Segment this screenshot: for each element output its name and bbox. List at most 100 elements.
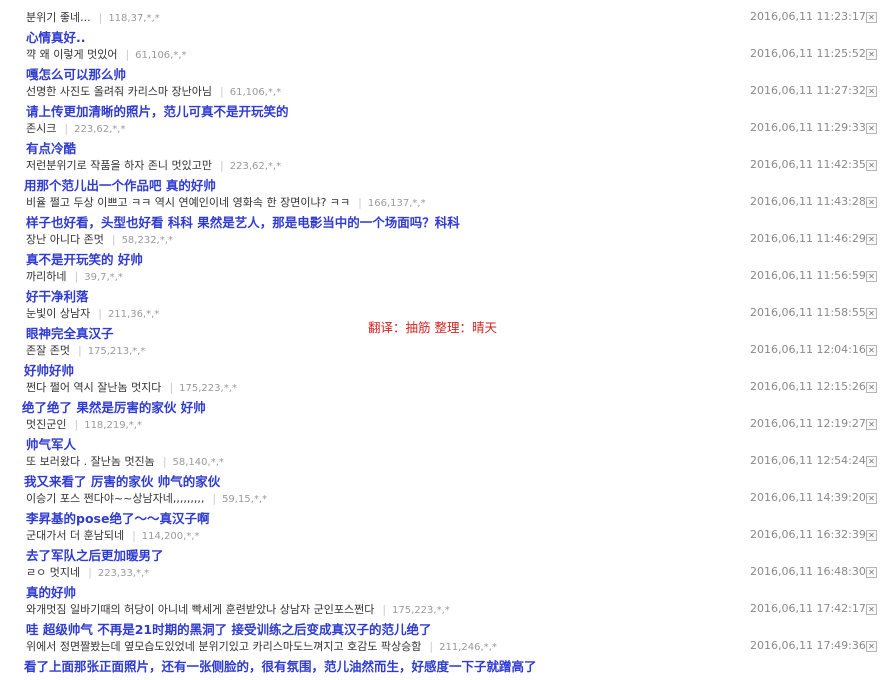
comment-translation: 好帅好帅 xyxy=(24,363,75,378)
comment-original: 쩐다 쩔어 역시 잘난놈 멋지다 | 175,223,*,* xyxy=(26,379,237,395)
separator: | xyxy=(64,122,69,135)
comment-original: 존잘 존멋 | 175,213,*,* xyxy=(26,342,145,358)
comment-original: ㄹㅇ 멋지네 | 223,33,*,* xyxy=(26,564,149,580)
separator: | xyxy=(220,85,224,98)
comment-text: 비율 쩔고 두상 이쁘고 ㅋㅋ 역시 연예인이네 영화속 한 장면이냐? ㅋㅋ xyxy=(26,196,351,209)
comment-original: 위에서 정면짤봤는데 옆모습도있었네 분위기있고 카리스마도느껴지고 호감도 팍… xyxy=(26,638,497,654)
close-icon[interactable]: ✕ xyxy=(866,419,877,430)
comment-translation: 好干净利落 xyxy=(26,289,89,304)
comment-date: 2016,06,11 11:42:35 xyxy=(750,158,866,171)
close-icon[interactable]: ✕ xyxy=(866,493,877,504)
comment-translation: 心情真好.. xyxy=(26,30,86,45)
close-icon[interactable]: ✕ xyxy=(866,234,877,245)
comment-ip: 114,200,*,* xyxy=(141,531,200,542)
comment-row: 꺅 왜 이렇게 멋있어 | 61,106,*,* 2016,06,11 11:25:5… xyxy=(0,45,893,82)
comment-ip: 39,7,*,* xyxy=(84,272,123,283)
comment-translation: 请上传更加清晰的照片，范儿可真不是开玩笑的 xyxy=(26,104,289,119)
comment-text: 군대가서 더 훈남되네 xyxy=(26,529,125,542)
comment-translation: 绝了绝了 果然是厉害的家伙 好帅 xyxy=(22,400,206,415)
comment-date: 2016,06,11 12:04:16 xyxy=(750,343,866,356)
comment-row: 장난 아니다 존멋 | 58,232,*,* 2016,06,11 11:46:29 ✕… xyxy=(0,230,893,267)
comment-translation: 李昇基的pose绝了～～真汉子啊 xyxy=(26,511,210,526)
close-icon[interactable]: ✕ xyxy=(866,345,877,356)
comment-original: 멋진군인 | 118,219,*,* xyxy=(26,416,142,432)
close-icon[interactable]: ✕ xyxy=(866,197,877,208)
comment-original: 꺅 왜 이렇게 멋있어 | 61,106,*,* xyxy=(26,46,187,62)
comment-ip: 175,223,*,* xyxy=(392,605,450,616)
close-icon[interactable]: ✕ xyxy=(866,382,877,393)
comment-row: 또 보러왔다 . 잘난놈 멋진놈 | 58,140,*,* 2016,06,11 12… xyxy=(0,452,893,489)
comment-original: 또 보러왔다 . 잘난놈 멋진놈 | 58,140,*,* xyxy=(26,453,224,469)
close-icon[interactable]: ✕ xyxy=(866,567,877,578)
close-icon[interactable]: ✕ xyxy=(866,12,877,23)
close-icon[interactable]: ✕ xyxy=(866,641,877,652)
comment-original: 비율 쩔고 두상 이쁘고 ㅋㅋ 역시 연예인이네 영화속 한 장면이냐? ㅋㅋ |… xyxy=(26,194,426,210)
comment-date: 2016,06,11 11:43:28 xyxy=(750,195,866,208)
separator: | xyxy=(382,603,387,616)
comment-translation: 去了军队之后更加暖男了 xyxy=(26,548,164,563)
comment-ip: 58,140,*,* xyxy=(172,457,224,468)
comment-text: 까리하네 xyxy=(26,270,67,283)
comment-original: 저런분위기로 작품을 하자 존니 멋있고만 | 223,62,*,* xyxy=(26,157,281,173)
comment-ip: 59,15,*,* xyxy=(222,494,268,505)
close-icon[interactable]: ✕ xyxy=(866,456,877,467)
comment-ip: 58,232,*,* xyxy=(121,235,173,246)
comment-list: 분위기 좋네... | 118,37,*,* 2016,06,11 11:23:17 ✕… xyxy=(0,0,893,680)
close-icon[interactable]: ✕ xyxy=(866,49,877,60)
comment-ip: 118,37,*,* xyxy=(108,13,160,24)
comment-text: 위에서 정면짤봤는데 옆모습도있었네 분위기있고 카리스마도느껴지고 호감도 팍… xyxy=(26,640,422,653)
comment-row: 쩐다 쩔어 역시 잘난놈 멋지다 | 175,223,*,* 2016,06,11 1… xyxy=(0,378,893,415)
comment-date: 2016,06,11 16:32:39 xyxy=(750,528,866,541)
comment-ip: 61,106,*,* xyxy=(135,50,187,61)
separator: | xyxy=(169,381,174,394)
comment-text: 눈빛이 상남자 xyxy=(26,307,91,320)
comment-row: 와개멋짐 일바기때의 허당이 아니네 빡세게 훈련받았나 상남자 군인포스쩐다 |… xyxy=(0,600,893,637)
comment-text: 쩐다 쩔어 역시 잘난놈 멋지다 xyxy=(26,381,162,394)
comment-ip: 166,137,*,* xyxy=(367,198,426,209)
separator: | xyxy=(74,270,79,283)
comment-text: 장난 아니다 존멋 xyxy=(26,233,104,246)
comment-ip: 211,36,*,* xyxy=(107,309,160,320)
close-icon[interactable]: ✕ xyxy=(866,271,877,282)
comment-row: 이승기 포스 쩐다야~~상남자네,,,,,,,,, | 59,15,*,* 2016,… xyxy=(0,489,893,526)
comment-text: 또 보러왔다 . 잘난놈 멋진놈 xyxy=(26,455,155,468)
separator: | xyxy=(98,11,103,24)
comment-translation: 我又来看了 厉害的家伙 帅气的家伙 xyxy=(24,474,221,489)
comment-date: 2016,06,11 11:29:33 xyxy=(750,121,866,134)
comment-row: 비율 쩔고 두상 이쁘고 ㅋㅋ 역시 연예인이네 영화속 한 장면이냐? ㅋㅋ |… xyxy=(0,193,893,230)
comment-row: 분위기 좋네... | 118,37,*,* 2016,06,11 11:23:17 ✕… xyxy=(0,8,893,45)
comment-date: 2016,06,11 17:49:36 xyxy=(750,639,866,652)
separator: | xyxy=(111,233,116,246)
close-icon[interactable]: ✕ xyxy=(866,160,877,171)
separator: | xyxy=(429,640,434,653)
comment-translation: 样子也好看，头型也好看 科科 果然是艺人，那是电影当中的一个场面吗？科科 xyxy=(26,215,460,230)
comment-translation: 帅气军人 xyxy=(26,437,77,452)
close-icon[interactable]: ✕ xyxy=(866,604,877,615)
comment-row: 멋진군인 | 118,219,*,* 2016,06,11 12:19:27 ✕ 帅气军人 xyxy=(0,415,893,452)
separator: | xyxy=(162,455,167,468)
comment-row: 저런분위기로 작품을 하자 존니 멋있고만 | 223,62,*,* 2016,06,… xyxy=(0,156,893,193)
comment-row: 군대가서 더 훈남되네 | 114,200,*,* 2016,06,11 16:32:… xyxy=(0,526,893,563)
comment-date: 2016,06,11 14:39:20 xyxy=(750,491,866,504)
close-icon[interactable]: ✕ xyxy=(866,86,877,97)
comment-translation: 眼神完全真汉子 xyxy=(26,326,114,341)
comment-original: 군대가서 더 훈남되네 | 114,200,*,* xyxy=(26,527,200,543)
separator: | xyxy=(88,566,92,579)
comment-date: 2016,06,11 11:58:55 xyxy=(750,306,866,319)
separator: | xyxy=(125,48,130,61)
separator: | xyxy=(220,159,224,172)
close-icon[interactable]: ✕ xyxy=(866,530,877,541)
comment-original: 선명한 사진도 올려줘 카리스마 장난아님 | 61,106,*,* xyxy=(26,83,281,99)
comment-original: 분위기 좋네... | 118,37,*,* xyxy=(26,9,160,25)
close-icon[interactable]: ✕ xyxy=(866,308,877,319)
comment-original: 존시크 | 223,62,*,* xyxy=(26,120,125,136)
close-icon[interactable]: ✕ xyxy=(866,123,877,134)
comment-ip: 223,62,*,* xyxy=(229,161,282,172)
comment-ip: 223,33,*,* xyxy=(97,568,150,579)
comment-row: 존잘 존멋 | 175,213,*,* 2016,06,11 12:04:16 ✕ 好帅好… xyxy=(0,341,893,378)
translator-credit: 翻译：抽筋 整理：晴天 xyxy=(368,320,497,335)
comment-date: 2016,06,11 11:27:32 xyxy=(750,84,866,97)
comment-ip: 175,223,*,* xyxy=(179,383,237,394)
comment-ip: 118,219,*,* xyxy=(84,420,142,431)
separator: | xyxy=(212,492,217,505)
